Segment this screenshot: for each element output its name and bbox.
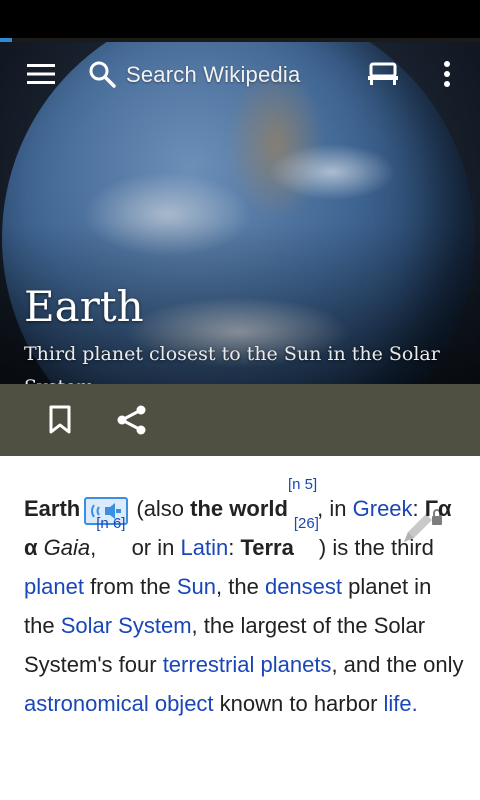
terra-word: Terra (240, 535, 294, 560)
densest-link[interactable]: densest (265, 574, 342, 599)
ref-n5-link[interactable]: [n 5] (288, 476, 317, 493)
search-icon (84, 56, 120, 92)
overflow-menu-icon[interactable] (430, 56, 464, 92)
text-colon-2: : (228, 535, 235, 560)
text-from-the: from the (83, 574, 177, 599)
ref-26-link[interactable]: [26] (294, 515, 319, 532)
terrestrial-planets-link[interactable]: terrestrial planets (163, 652, 332, 677)
text-known-to-harbor: known to harbor (213, 691, 384, 716)
text-comma-1: , (90, 535, 97, 560)
latin-link[interactable]: Latin (180, 535, 228, 560)
article-action-bar (0, 384, 480, 456)
bookmark-icon[interactable] (40, 400, 80, 440)
app-toolbar: Search Wikipedia (0, 42, 480, 106)
text-colon-1: : (412, 496, 425, 521)
article-lead-paragraph: Earth (also the world[n 5], in Greek: Γα… (24, 477, 464, 723)
gaia-word: Gaia (43, 535, 91, 560)
text-the: , the (216, 574, 265, 599)
status-bar (0, 0, 480, 38)
hamburger-menu-icon[interactable] (22, 56, 62, 92)
ref-n6-link[interactable]: [n 6] (96, 515, 125, 532)
greek-link[interactable]: Greek (353, 496, 413, 521)
page-title: Earth (24, 282, 144, 331)
page-description: Third planet closest to the Sun in the S… (24, 343, 440, 384)
sun-link[interactable]: Sun (177, 574, 216, 599)
planet-link[interactable]: planet (24, 574, 84, 599)
alt-name: the world (190, 496, 288, 521)
reading-list-icon[interactable] (364, 56, 404, 92)
life-link[interactable]: life. (384, 691, 418, 716)
astronomical-object-link[interactable]: astronomical object (24, 691, 214, 716)
text-in: , in (317, 496, 347, 521)
text-is-third: ) is the third (318, 535, 434, 560)
share-icon[interactable] (112, 400, 152, 440)
article-term: Earth (24, 496, 81, 521)
text-or-in: or in (125, 535, 181, 560)
search-input[interactable]: Search Wikipedia (126, 62, 300, 88)
solar-system-link[interactable]: Solar System (61, 613, 192, 638)
text-and-the-only: , and the only (331, 652, 464, 677)
text-also: (also (130, 496, 191, 521)
